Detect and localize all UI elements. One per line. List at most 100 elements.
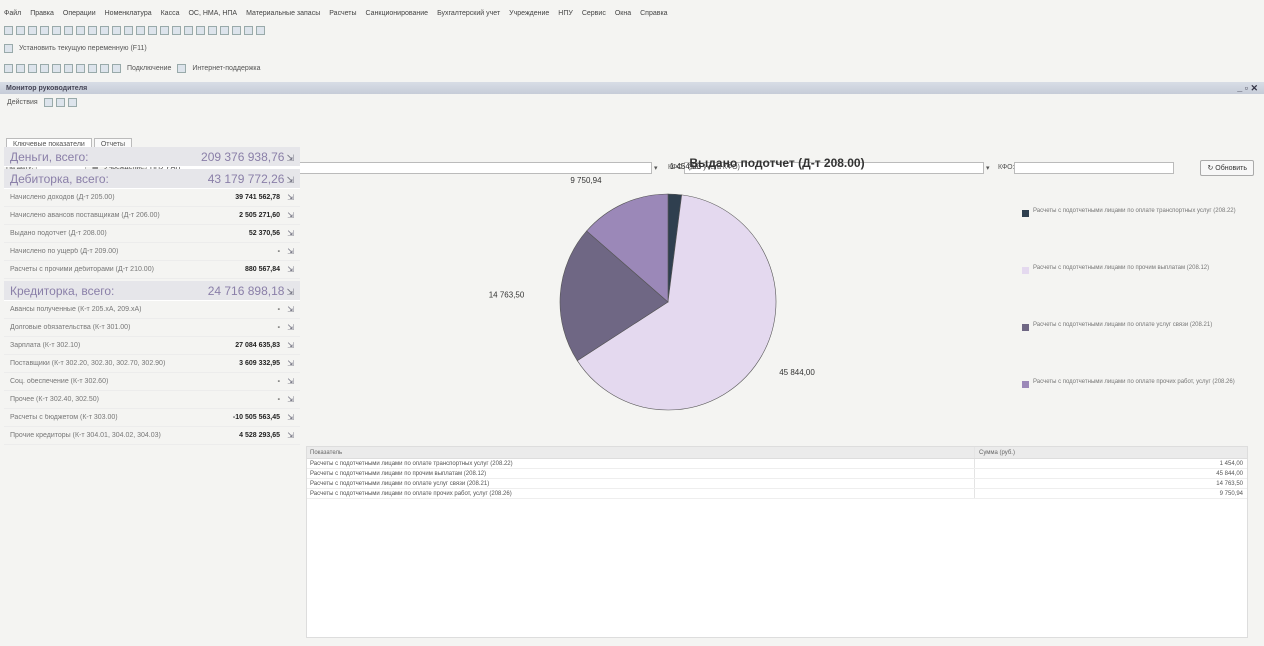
menu-item[interactable]: Справка xyxy=(640,10,667,17)
forward-icon[interactable] xyxy=(55,97,65,107)
drilldown-icon[interactable]: ⇲ xyxy=(280,341,294,350)
table-row[interactable]: Расчеты с подотчетными лицами по оплате … xyxy=(307,459,1247,469)
tool-icon[interactable] xyxy=(112,63,121,73)
menu-item[interactable]: Расчеты xyxy=(329,10,356,17)
menu-item[interactable]: Номенклатура xyxy=(105,10,152,17)
toolbar-icon[interactable] xyxy=(76,25,85,35)
drilldown-icon[interactable]: ⇲ xyxy=(280,305,294,314)
drilldown-icon[interactable]: ⇲ xyxy=(280,323,294,332)
menu-item[interactable]: Сервис xyxy=(582,10,606,17)
toolbar-services: Подключение Интернет-поддержка xyxy=(0,60,1264,76)
menu-item[interactable]: Бухгалтерский учет xyxy=(437,10,500,17)
menu-item[interactable]: Касса xyxy=(161,10,180,17)
toolbar-icon[interactable] xyxy=(256,25,265,35)
menu-item[interactable]: Правка xyxy=(30,10,54,17)
toolbar-icon[interactable] xyxy=(244,25,253,35)
toolbar-icon[interactable] xyxy=(232,25,241,35)
table-row[interactable]: Расчеты с подотчетными лицами по оплате … xyxy=(307,489,1247,499)
drilldown-icon[interactable]: ⇲ xyxy=(280,431,294,440)
row-sum: 14 763,50 xyxy=(1216,480,1243,487)
toolbar-icon[interactable] xyxy=(172,25,181,35)
tool-icon[interactable] xyxy=(28,63,37,73)
drilldown-icon[interactable]: ⇲ xyxy=(286,287,294,297)
drilldown-icon[interactable]: ⇲ xyxy=(286,153,294,163)
menu-item[interactable]: Учреждение xyxy=(509,10,549,17)
toolbar-icon[interactable] xyxy=(88,25,97,35)
grid-header-sum[interactable]: Сумма (руб.) xyxy=(975,450,1247,456)
drilldown-icon[interactable]: ⇲ xyxy=(286,175,294,185)
calendar-icon[interactable] xyxy=(4,43,13,53)
drilldown-icon[interactable]: ⇲ xyxy=(280,229,294,238)
tool-icon[interactable] xyxy=(100,63,109,73)
tool-icon[interactable] xyxy=(16,63,25,73)
toolbar-icon[interactable] xyxy=(148,25,157,35)
window-title-bar: Монитор руководителя _ ▫ ✕ xyxy=(0,82,1264,94)
debit-rows: Начислено доходов (Д-т 205.00) 39 741 562… xyxy=(4,189,300,279)
toolbar-icon[interactable] xyxy=(184,25,193,35)
table-row[interactable]: Расчеты с подотчетными лицами по прочим … xyxy=(307,469,1247,479)
toolbar-icon[interactable] xyxy=(52,25,61,35)
indicator-label: Начислено доходов (Д-т 205.00) xyxy=(10,194,115,201)
drilldown-icon[interactable]: ⇲ xyxy=(280,193,294,202)
actions-menu[interactable]: Действия xyxy=(7,99,38,106)
drilldown-icon[interactable]: ⇲ xyxy=(280,413,294,422)
tool-icon[interactable] xyxy=(64,63,73,73)
toolbar-icon[interactable] xyxy=(40,25,49,35)
indicator-label: Поставщики (К-т 302.20, 302.30, 302.70, … xyxy=(10,360,166,367)
legend-swatch xyxy=(1022,381,1029,388)
legend-label: Расчеты с подотчетными лицами по прочим … xyxy=(1033,265,1210,271)
toolbar-icon[interactable] xyxy=(4,25,13,35)
grid-body: Расчеты с подотчетными лицами по оплате … xyxy=(307,459,1247,499)
back-icon[interactable] xyxy=(43,97,53,107)
indicator-value: -10 505 563,45 xyxy=(232,414,280,421)
tool-icon[interactable] xyxy=(52,63,61,73)
drilldown-icon[interactable]: ⇲ xyxy=(280,359,294,368)
drilldown-icon[interactable]: ⇲ xyxy=(280,377,294,386)
tool-icon[interactable] xyxy=(76,63,85,73)
toolbar-icon[interactable] xyxy=(124,25,133,35)
toolbar-icon[interactable] xyxy=(136,25,145,35)
menu-item[interactable]: Операции xyxy=(63,10,96,17)
drilldown-icon[interactable]: ⇲ xyxy=(280,395,294,404)
set-period-button[interactable]: Установить текущую переменную (F11) xyxy=(19,45,147,52)
menu-item[interactable]: Санкционирование xyxy=(366,10,429,17)
globe-icon[interactable] xyxy=(177,63,187,73)
menu-item[interactable]: Файл xyxy=(4,10,21,17)
drilldown-icon[interactable]: ⇲ xyxy=(280,247,294,256)
toolbar-icon[interactable] xyxy=(100,25,109,35)
connect-button[interactable]: Подключение xyxy=(127,65,171,72)
grid-header: Показатель Сумма (руб.) xyxy=(307,447,1247,459)
toolbar-icon[interactable] xyxy=(16,25,25,35)
pie-data-label: 9 750,94 xyxy=(570,176,602,185)
toolbar-icon[interactable] xyxy=(220,25,229,35)
legend-item: Расчеты с подотчетными лицами по оплате … xyxy=(1022,322,1250,331)
menu-item[interactable]: Материальные запасы xyxy=(246,10,320,17)
internet-support-button[interactable]: Интернет-поддержка xyxy=(192,65,260,72)
tool-icon[interactable] xyxy=(4,63,13,73)
window-controls[interactable]: _ ▫ ✕ xyxy=(1237,83,1258,94)
menu-item[interactable]: ОС, НМА, НПА xyxy=(188,10,237,17)
toolbar-icon[interactable] xyxy=(208,25,217,35)
grid-header-indicator[interactable]: Показатель xyxy=(307,447,975,458)
tool-icon[interactable] xyxy=(40,63,49,73)
toolbar-icon[interactable] xyxy=(160,25,169,35)
row-sum: 9 750,94 xyxy=(1219,490,1243,497)
indicator-row: Поставщики (К-т 302.20, 302.30, 302.70, … xyxy=(4,355,300,373)
drilldown-icon[interactable]: ⇲ xyxy=(280,265,294,274)
credit-rows: Авансы полученные (К-т 205.хА, 209.хА) - ⇲… xyxy=(4,301,300,445)
help-icon[interactable] xyxy=(67,97,77,107)
toolbar-icon[interactable] xyxy=(196,25,205,35)
toolbar-icon[interactable] xyxy=(112,25,121,35)
legend-swatch xyxy=(1022,267,1029,274)
legend-item: Расчеты с подотчетными лицами по оплате … xyxy=(1022,379,1250,388)
toolbar-icon[interactable] xyxy=(28,25,37,35)
table-row[interactable]: Расчеты с подотчетными лицами по оплате … xyxy=(307,479,1247,489)
drilldown-icon[interactable]: ⇲ xyxy=(280,211,294,220)
indicator-label: Расчеты с бюджетом (К-т 303.00) xyxy=(10,414,118,421)
menu-item[interactable]: Окна xyxy=(615,10,631,17)
toolbar-icon[interactable] xyxy=(64,25,73,35)
tool-icon[interactable] xyxy=(88,63,97,73)
legend-swatch xyxy=(1022,210,1029,217)
menu-item[interactable]: НПУ xyxy=(558,10,573,17)
indicators-panel: Деньги, всего: 209 376 938,76 ⇲ Дебиторка… xyxy=(4,147,300,445)
